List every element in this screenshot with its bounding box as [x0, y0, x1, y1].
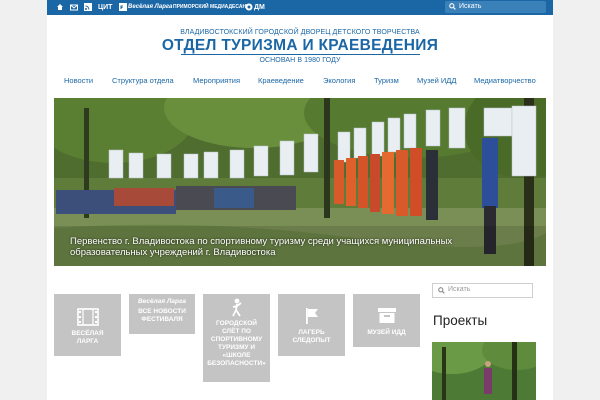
tile-label: СЛЕДОПЫТ: [292, 337, 331, 344]
itat-logo[interactable]: ЦИТ: [98, 3, 112, 12]
tile-label: ЛАРГА: [76, 338, 99, 345]
search-icon: [438, 287, 445, 294]
nav-item-ecology[interactable]: Экология: [323, 76, 355, 85]
slide-caption-line-1: Первенство г. Владивостока по спортивном…: [70, 236, 453, 247]
flag-icon: [305, 308, 318, 324]
title-divider: [181, 54, 420, 55]
nav-item-local-history[interactable]: Краеведение: [258, 76, 304, 85]
tile-festival-news[interactable]: Весёлая Ларга ВСЕ НОВОСТИ ФЕСТИВАЛЯ: [129, 294, 195, 334]
nav-item-structure[interactable]: Структура отдела: [112, 76, 174, 85]
film-icon: [76, 308, 99, 326]
tile-label: СЛЁТ ПО: [222, 328, 251, 335]
slider-pagination: [283, 260, 319, 266]
slide-caption[interactable]: Первенство г. Владивостока по спортивном…: [70, 236, 452, 258]
projects-heading: Проекты: [433, 313, 488, 328]
tile-label: БЕЗОПАСНОСТИ»: [207, 360, 266, 367]
vesyolaya-larga-link[interactable]: Весёлая Ларга: [128, 3, 172, 12]
page: ЦИТ Весёлая Ларга ПРИМОРСКИЙ МЕДИАДЕСАНТ…: [47, 0, 553, 400]
dm-icon: [245, 3, 253, 11]
tile-label: ВЕСЁЛАЯ: [71, 330, 104, 337]
tile-museum-idd[interactable]: МУЗЕЙ ИДД: [353, 294, 420, 347]
tile-label: «ШКОЛЕ: [222, 352, 251, 359]
tile-label: МУЗЕЙ ИДД: [367, 329, 406, 336]
tile-camp-sledopyt[interactable]: ЛАГЕРЬ СЛЕДОПЫТ: [278, 294, 345, 356]
top-search-placeholder: Искать: [459, 3, 482, 10]
tile-label: ЛАГЕРЬ: [298, 329, 325, 336]
founded-note: ОСНОВАН В 1980 ГОДУ: [259, 57, 341, 64]
home-icon[interactable]: [56, 3, 64, 11]
tile-label: ГОРОДСКОЙ: [216, 320, 257, 327]
slide-caption-line-2: образовательных учреждений г. Владивосто…: [70, 247, 276, 258]
nav-item-tourism[interactable]: Туризм: [374, 76, 399, 85]
tile-label: ФЕСТИВАЛЯ: [141, 316, 183, 323]
tile-label: ТУРИЗМУ И: [217, 344, 256, 351]
climber-icon: [231, 298, 242, 317]
top-search[interactable]: Искать: [445, 1, 546, 13]
tile-city-rally[interactable]: ГОРОДСКОЙ СЛЁТ ПО СПОРТИВНОМУ ТУРИЗМУ И …: [203, 294, 270, 382]
tile-label: ВСЕ НОВОСТИ: [138, 308, 186, 315]
project-thumbnail[interactable]: [432, 342, 536, 400]
org-name: ВЛАДИВОСТОКСКИЙ ГОРОДСКОЙ ДВОРЕЦ ДЕТСКОГ…: [180, 29, 420, 36]
main-nav: Новости Структура отдела Мероприятия Кра…: [47, 72, 553, 90]
sidebar-search[interactable]: Искать: [432, 283, 533, 298]
hero-slider[interactable]: Первенство г. Владивостока по спортивном…: [54, 98, 546, 266]
site-title[interactable]: ОТДЕЛ ТУРИЗМА И КРАЕВЕДЕНИЯ: [47, 37, 553, 55]
nav-item-news[interactable]: Новости: [64, 76, 93, 85]
nav-item-museum[interactable]: Музей ИДД: [417, 76, 456, 85]
nav-item-media[interactable]: Медиатворчество: [474, 76, 536, 85]
vesyolaya-larga-logo-icon: [119, 3, 127, 11]
vesyolaya-larga-logo: Весёлая Ларга: [137, 298, 187, 305]
rss-icon[interactable]: [84, 3, 92, 11]
tile-label: СПОРТИВНОМУ: [210, 336, 263, 343]
search-icon: [449, 3, 456, 10]
mediadesant-link[interactable]: ПРИМОРСКИЙ МЕДИАДЕСАНТ: [173, 3, 249, 12]
tile-vesyolaya-larga[interactable]: ВЕСЁЛАЯ ЛАРГА: [54, 294, 121, 356]
project-photo: [432, 342, 536, 400]
archive-icon: [377, 308, 396, 323]
sidebar-search-placeholder: Искать: [448, 286, 471, 293]
top-bar: ЦИТ Весёлая Ларга ПРИМОРСКИЙ МЕДИАДЕСАНТ…: [47, 0, 553, 15]
mail-icon[interactable]: [70, 3, 78, 11]
dm-link[interactable]: ДМ: [254, 3, 265, 12]
nav-item-events[interactable]: Мероприятия: [193, 76, 240, 85]
